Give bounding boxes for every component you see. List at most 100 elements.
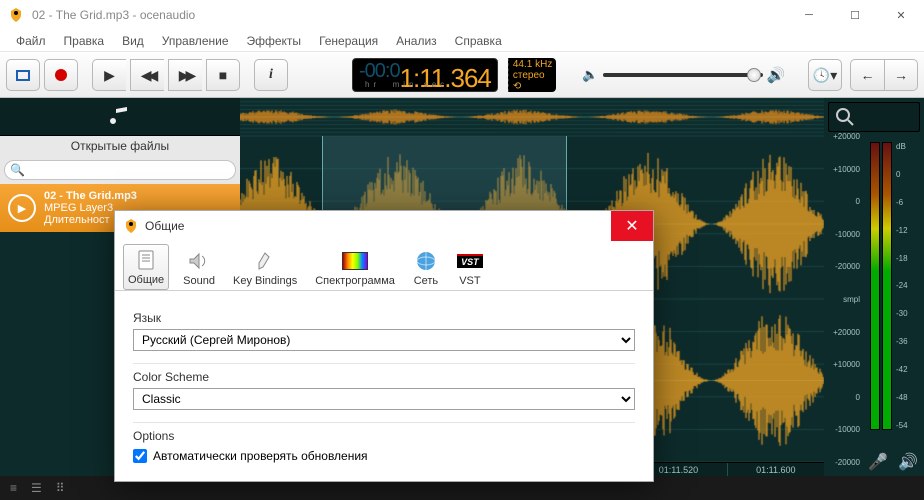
volume-high-icon: 🔊	[767, 66, 786, 84]
menu-help[interactable]: Справка	[447, 32, 510, 50]
general-icon	[133, 248, 159, 272]
stop-button[interactable]: ■	[206, 59, 240, 91]
app-icon	[8, 7, 24, 23]
options-label: Options	[133, 429, 635, 443]
close-icon: ✕	[625, 216, 638, 236]
sidebar-title: Открытые файлы	[0, 136, 240, 156]
menu-edit[interactable]: Правка	[56, 32, 113, 50]
scale-tick: +20000	[833, 328, 860, 337]
scale-tick: -10000	[835, 230, 860, 239]
amplitude-scale: +20000+100000-10000-20000smpl+20000+1000…	[824, 136, 864, 462]
auto-update-checkbox[interactable]	[133, 449, 147, 463]
tab-vst[interactable]: VST VST	[453, 246, 487, 290]
play-button[interactable]: ▶	[92, 59, 126, 91]
volume-thumb[interactable]	[747, 68, 761, 82]
time-display: hr min sec -00:0 1:11.364	[352, 58, 498, 92]
tab-keybindings[interactable]: Key Bindings	[229, 246, 301, 290]
window-titlebar: 02 - The Grid.mp3 - ocenaudio ─ ☐ ✕	[0, 0, 924, 30]
record-button[interactable]	[44, 59, 78, 91]
meter-left	[870, 142, 880, 430]
stop-icon: ■	[219, 67, 227, 83]
menu-effects[interactable]: Эффекты	[239, 32, 310, 50]
volume-control: 🔈 🔊	[582, 66, 785, 84]
info-icon: i	[269, 67, 273, 83]
color-scheme-select[interactable]: Classic	[133, 388, 635, 410]
scale-tick: +10000	[833, 360, 860, 369]
search-input[interactable]	[4, 160, 236, 180]
record-icon	[55, 69, 67, 81]
menu-analyze[interactable]: Анализ	[388, 32, 445, 50]
menu-bar: Файл Правка Вид Управление Эффекты Генер…	[0, 30, 924, 52]
dialog-close-button[interactable]: ✕	[611, 211, 653, 241]
window-maximize-button[interactable]: ☐	[832, 0, 878, 30]
scale-tick: -20000	[835, 262, 860, 271]
history-icon: 🕓▾	[813, 67, 837, 84]
dialog-titlebar[interactable]: Общие ✕	[115, 211, 653, 241]
view-list-icon[interactable]: ≡	[10, 481, 17, 495]
forward-button[interactable]: ▶▶	[168, 59, 202, 91]
menu-generate[interactable]: Генерация	[311, 32, 386, 50]
info-button[interactable]: i	[254, 59, 288, 91]
toolbar: ▶ ◀◀ ▶▶ ■ i hr min sec -00:0 1:11.364 44…	[0, 52, 924, 98]
language-label: Язык	[133, 311, 635, 325]
menu-file[interactable]: Файл	[8, 32, 54, 50]
waveform-overview[interactable]	[240, 98, 824, 136]
meter-right	[882, 142, 892, 430]
volume-low-icon: 🔈	[582, 67, 598, 83]
selection-tool-button[interactable]	[6, 59, 40, 91]
window-close-button[interactable]: ✕	[878, 0, 924, 30]
sidebar-header	[0, 98, 240, 136]
speaker-icon[interactable]: 🔊	[898, 452, 918, 472]
rewind-button[interactable]: ◀◀	[130, 59, 164, 91]
spectrogram-icon	[342, 249, 368, 273]
sample-rate: 44.1 kHz	[513, 59, 552, 70]
history-button[interactable]: 🕓▾	[808, 59, 842, 91]
keybindings-icon	[252, 249, 278, 273]
dialog-tabs: Общие Sound Key Bindings Спектрограмма С…	[115, 241, 653, 291]
scale-tick: -20000	[835, 458, 860, 467]
scale-tick: 0	[856, 197, 860, 206]
file-play-icon[interactable]: ▶	[8, 194, 36, 222]
scale-tick: 0	[856, 393, 860, 402]
window-title: 02 - The Grid.mp3 - ocenaudio	[32, 8, 786, 22]
loop-icon[interactable]: ⟲	[513, 81, 521, 92]
dialog-app-icon	[123, 218, 139, 234]
level-meters: dB0-6-12-18-24-30-36-42-48-54	[866, 136, 922, 436]
tab-sound[interactable]: Sound	[179, 246, 219, 290]
vst-icon: VST	[457, 249, 483, 273]
rewind-icon: ◀◀	[141, 67, 155, 84]
selection-icon	[16, 70, 30, 81]
dialog-title: Общие	[145, 219, 605, 233]
language-select[interactable]: Русский (Сергей Миронов)	[133, 329, 635, 351]
scale-tick: smpl	[843, 295, 860, 304]
view-detail-icon[interactable]: ☰	[31, 481, 42, 495]
tab-spectrogram[interactable]: Спектрограмма	[311, 246, 399, 290]
note-icon	[109, 106, 131, 128]
file-name: 02 - The Grid.mp3	[44, 190, 137, 202]
arrow-right-icon: →	[894, 67, 908, 83]
volume-slider[interactable]	[603, 73, 763, 77]
tab-network[interactable]: Сеть	[409, 246, 443, 290]
play-icon: ▶	[104, 67, 115, 84]
channels-label: стерео	[513, 70, 545, 81]
microphone-icon[interactable]: 🎤	[868, 452, 888, 472]
nav-back-button[interactable]: ←	[850, 59, 884, 91]
menu-view[interactable]: Вид	[114, 32, 152, 50]
auto-update-label: Автоматически проверять обновления	[153, 449, 368, 463]
db-scale: dB0-6-12-18-24-30-36-42-48-54	[896, 142, 908, 430]
scale-tick: -10000	[835, 425, 860, 434]
scale-tick: +10000	[833, 165, 860, 174]
canvas-search[interactable]	[828, 102, 920, 132]
color-scheme-label: Color Scheme	[133, 370, 635, 384]
preferences-dialog: Общие ✕ Общие Sound Key Bindings Спектро…	[114, 210, 654, 482]
time-meta: 44.1 kHz стерео ⟲	[508, 58, 556, 92]
sound-icon	[186, 249, 212, 273]
tab-general[interactable]: Общие	[123, 244, 169, 290]
scale-tick: +20000	[833, 132, 860, 141]
view-grid-icon[interactable]: ⠿	[56, 481, 65, 495]
sidebar-search: 🔍	[0, 156, 240, 184]
menu-control[interactable]: Управление	[154, 32, 237, 50]
window-minimize-button[interactable]: ─	[786, 0, 832, 30]
timeline-tick: 01:11.600	[727, 463, 824, 476]
nav-forward-button[interactable]: →	[884, 59, 918, 91]
